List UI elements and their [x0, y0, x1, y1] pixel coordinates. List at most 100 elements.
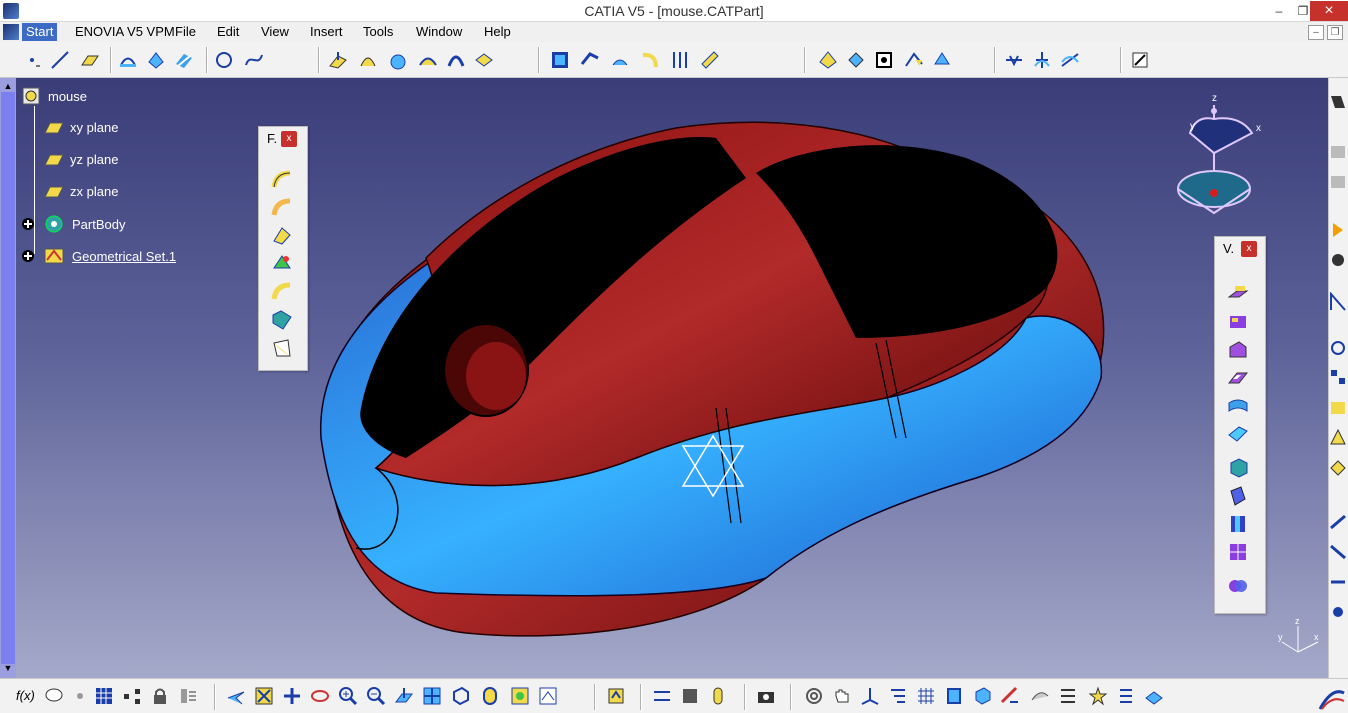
measure-inertia-icon[interactable]	[708, 686, 728, 706]
pan-icon[interactable]	[282, 686, 302, 706]
hand-icon[interactable]	[832, 686, 852, 706]
expand-icon[interactable]	[20, 245, 42, 267]
menu-window[interactable]: Window	[416, 24, 462, 39]
pocket-icon[interactable]	[1227, 339, 1249, 361]
point-icon[interactable]	[22, 50, 42, 70]
knowledge-icon[interactable]	[70, 686, 90, 706]
scroll-up-icon[interactable]: ▲	[2, 80, 14, 92]
parameter-icon[interactable]	[178, 686, 198, 706]
circle-icon[interactable]	[214, 50, 234, 70]
tritangent-fillet-icon[interactable]	[271, 281, 293, 303]
shape-icon[interactable]	[1329, 398, 1347, 418]
floating-toolbar-close-button[interactable]: x	[1241, 241, 1257, 257]
shape-icon[interactable]	[1329, 428, 1347, 448]
fillet-icon[interactable]	[271, 169, 293, 191]
table-icon[interactable]	[94, 686, 114, 706]
groove-icon[interactable]	[1227, 423, 1249, 445]
tree-root[interactable]: mouse	[20, 85, 87, 107]
zoom-out-icon[interactable]	[366, 686, 386, 706]
menu-file[interactable]: File	[175, 24, 196, 39]
multi-view-icon[interactable]	[422, 686, 442, 706]
sketcher-icon[interactable]	[1329, 92, 1347, 112]
extrude-surface-icon[interactable]	[328, 50, 348, 70]
spiral-icon[interactable]	[804, 686, 824, 706]
shape-fillet-icon[interactable]	[271, 337, 293, 359]
variable-fillet-icon[interactable]	[271, 225, 293, 247]
tree-item-xy-plane[interactable]: xy plane	[44, 120, 118, 135]
isometric-view-icon[interactable]	[450, 686, 470, 706]
measure-item-icon[interactable]	[680, 686, 700, 706]
analysis-icon[interactable]	[1329, 250, 1347, 270]
plane-icon[interactable]	[80, 50, 100, 70]
affinity-icon[interactable]	[932, 50, 952, 70]
compass-widget[interactable]: z y x	[1176, 93, 1286, 218]
blend-icon[interactable]	[580, 50, 600, 70]
tool-icon[interactable]	[1329, 142, 1347, 162]
rib-icon[interactable]	[1227, 395, 1249, 417]
extrapolate-icon[interactable]	[1004, 50, 1024, 70]
document-icon[interactable]	[3, 24, 19, 40]
snap-icon[interactable]	[944, 686, 964, 706]
join-icon[interactable]	[610, 50, 630, 70]
pattern-icon[interactable]	[1329, 368, 1347, 388]
menu-edit[interactable]: Edit	[217, 24, 239, 39]
tree-scrollbar[interactable]: ▲ ▼	[0, 78, 16, 678]
axis-icon[interactable]	[860, 686, 880, 706]
camera-icon[interactable]	[756, 686, 776, 706]
axis-system-icon[interactable]	[1032, 50, 1052, 70]
shaft-icon[interactable]	[1227, 367, 1249, 389]
scaling-icon[interactable]	[904, 50, 924, 70]
connect-icon[interactable]	[1329, 338, 1347, 358]
floating-toolbar-v[interactable]: V. x	[1214, 236, 1266, 614]
solid-box-icon[interactable]	[1227, 457, 1249, 479]
translate-icon[interactable]	[818, 50, 838, 70]
fill-surface-icon[interactable]	[474, 50, 494, 70]
menu-view[interactable]: View	[261, 24, 289, 39]
zoom-in-icon[interactable]	[338, 686, 358, 706]
close-button[interactable]: ×	[1310, 1, 1348, 21]
measure-icon[interactable]	[1329, 572, 1347, 592]
formula-icon[interactable]: f(x)	[16, 688, 35, 703]
menu-help[interactable]: Help	[484, 24, 511, 39]
fly-mode-icon[interactable]	[226, 686, 246, 706]
multi-pad-icon[interactable]	[1227, 311, 1249, 333]
normal-view-icon[interactable]	[394, 686, 414, 706]
sweep-surface-icon[interactable]	[446, 50, 466, 70]
sphere-surface-icon[interactable]	[388, 50, 408, 70]
tree-item-yz-plane[interactable]: yz plane	[44, 152, 118, 167]
measure-between-icon[interactable]	[652, 686, 672, 706]
cube-icon[interactable]	[972, 686, 992, 706]
tree-item-zx-plane[interactable]: zx plane	[44, 184, 118, 199]
close-surface-icon[interactable]	[1227, 513, 1249, 535]
tool-icon[interactable]	[1329, 172, 1347, 192]
shading-icon[interactable]	[480, 686, 500, 706]
expand-icon[interactable]	[20, 213, 42, 235]
sew-surface-icon[interactable]	[1227, 541, 1249, 563]
construction-icon[interactable]	[1000, 686, 1020, 706]
mdi-restore-button[interactable]: ❐	[1327, 25, 1343, 40]
menu-insert[interactable]: Insert	[310, 24, 343, 39]
hide-show-icon[interactable]	[510, 686, 530, 706]
rotate-icon[interactable]	[846, 50, 866, 70]
hierarchy-icon[interactable]	[122, 686, 142, 706]
measure-icon[interactable]	[1329, 542, 1347, 562]
floating-toolbar-header[interactable]: F. x	[259, 127, 307, 149]
curve-analysis-icon[interactable]	[1329, 291, 1347, 312]
symmetry-icon[interactable]	[874, 50, 894, 70]
menu-tools[interactable]: Tools	[363, 24, 393, 39]
spline-icon[interactable]	[244, 50, 264, 70]
revolve-surface-icon[interactable]	[358, 50, 378, 70]
lock-icon[interactable]	[150, 686, 170, 706]
thick-surface-icon[interactable]	[1227, 485, 1249, 507]
grid-icon[interactable]	[916, 686, 936, 706]
split-icon[interactable]	[640, 50, 660, 70]
law-icon[interactable]	[1060, 50, 1080, 70]
scroll-down-icon[interactable]: ▼	[2, 662, 14, 674]
trim-icon[interactable]	[670, 50, 690, 70]
filter-icon[interactable]	[1058, 686, 1078, 706]
boolean-icon[interactable]	[1227, 575, 1249, 597]
tree-item-partbody[interactable]: PartBody	[20, 213, 125, 235]
line-icon[interactable]	[50, 50, 70, 70]
layer-icon[interactable]	[1144, 686, 1164, 706]
fit-all-icon[interactable]	[254, 686, 274, 706]
